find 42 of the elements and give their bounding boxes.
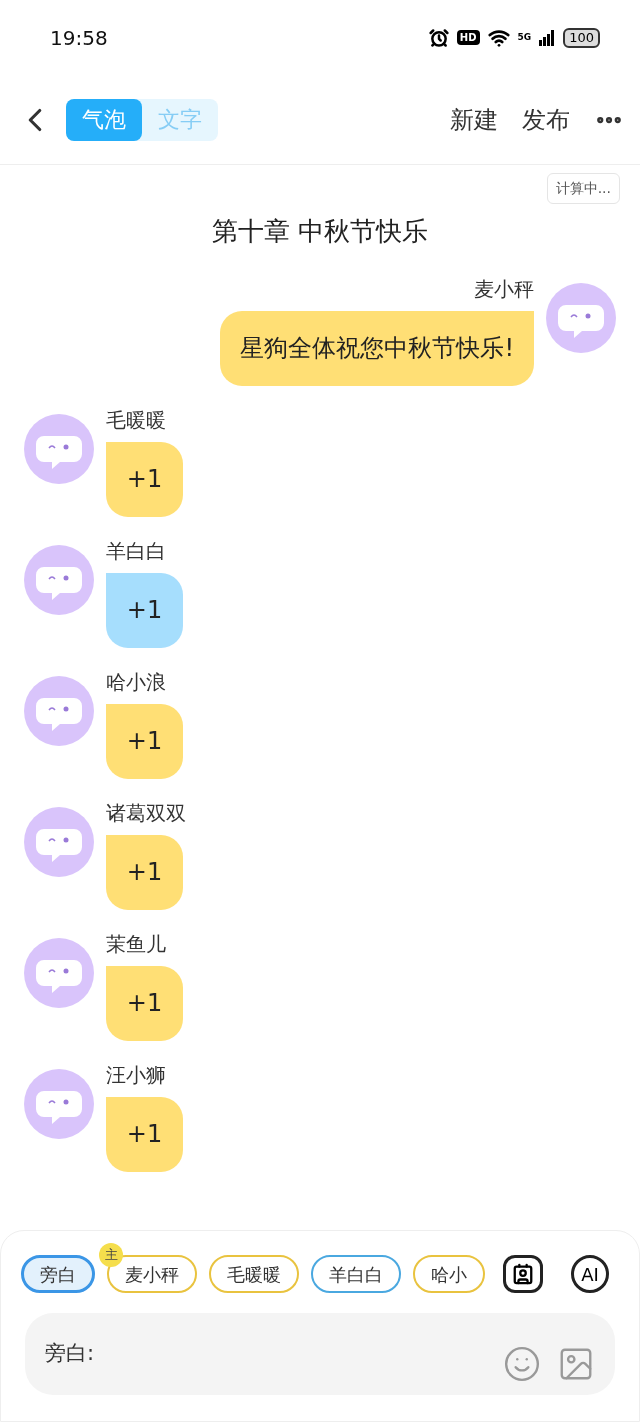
sender-name: 茉鱼儿	[106, 931, 166, 958]
message-bubble: +1	[106, 1097, 183, 1172]
role-chip[interactable]: 羊白白	[311, 1255, 401, 1293]
avatar-icon	[24, 807, 94, 877]
network-label: 5G	[517, 30, 532, 44]
message-bubble: +1	[106, 966, 183, 1041]
sender-name: 毛暖暖	[106, 407, 166, 434]
message-bubble: +1	[106, 442, 183, 517]
avatar-icon	[546, 283, 616, 353]
avatar-icon	[24, 938, 94, 1008]
signal-icon	[539, 29, 556, 46]
input-label: 旁白:	[45, 1340, 95, 1368]
emoji-icon[interactable]	[503, 1345, 541, 1383]
avatar-icon	[24, 1069, 94, 1139]
avatar-icon	[24, 545, 94, 615]
hd-icon: HD	[456, 30, 480, 45]
contact-card-icon	[512, 1263, 534, 1285]
message-bubble: +1	[106, 704, 183, 779]
sender-name: 麦小秤	[474, 276, 534, 303]
lead-badge: 主	[99, 1243, 123, 1267]
sender-name: 羊白白	[106, 538, 166, 565]
message-bubble: +1	[106, 573, 183, 648]
message-bubble: +1	[106, 835, 183, 910]
alarm-icon	[428, 27, 449, 48]
header-action[interactable]: 发布	[522, 101, 570, 138]
role-chip[interactable]: 旁白	[21, 1255, 95, 1293]
message-bubble: 星狗全体祝您中秋节快乐!	[220, 311, 534, 386]
ai-button[interactable]: AI	[571, 1255, 609, 1293]
role-chip[interactable]: 毛暖暖	[209, 1255, 299, 1293]
contact-card-button[interactable]	[503, 1255, 543, 1293]
role-chip[interactable]: 哈小	[413, 1255, 485, 1293]
avatar-icon	[24, 414, 94, 484]
status-badge: 计算中...	[546, 173, 620, 204]
message-input[interactable]: 旁白:	[25, 1313, 615, 1395]
sender-name: 诸葛双双	[106, 800, 186, 827]
sender-name: 哈小浪	[106, 669, 166, 696]
sender-name: 汪小狮	[106, 1062, 166, 1089]
avatar-icon	[24, 676, 94, 746]
status-time: 19:58	[50, 24, 108, 52]
header-action[interactable]: 新建	[450, 101, 498, 138]
chapter-title: 第十章 中秋节快乐	[211, 215, 429, 248]
battery-indicator: 100	[563, 27, 600, 48]
